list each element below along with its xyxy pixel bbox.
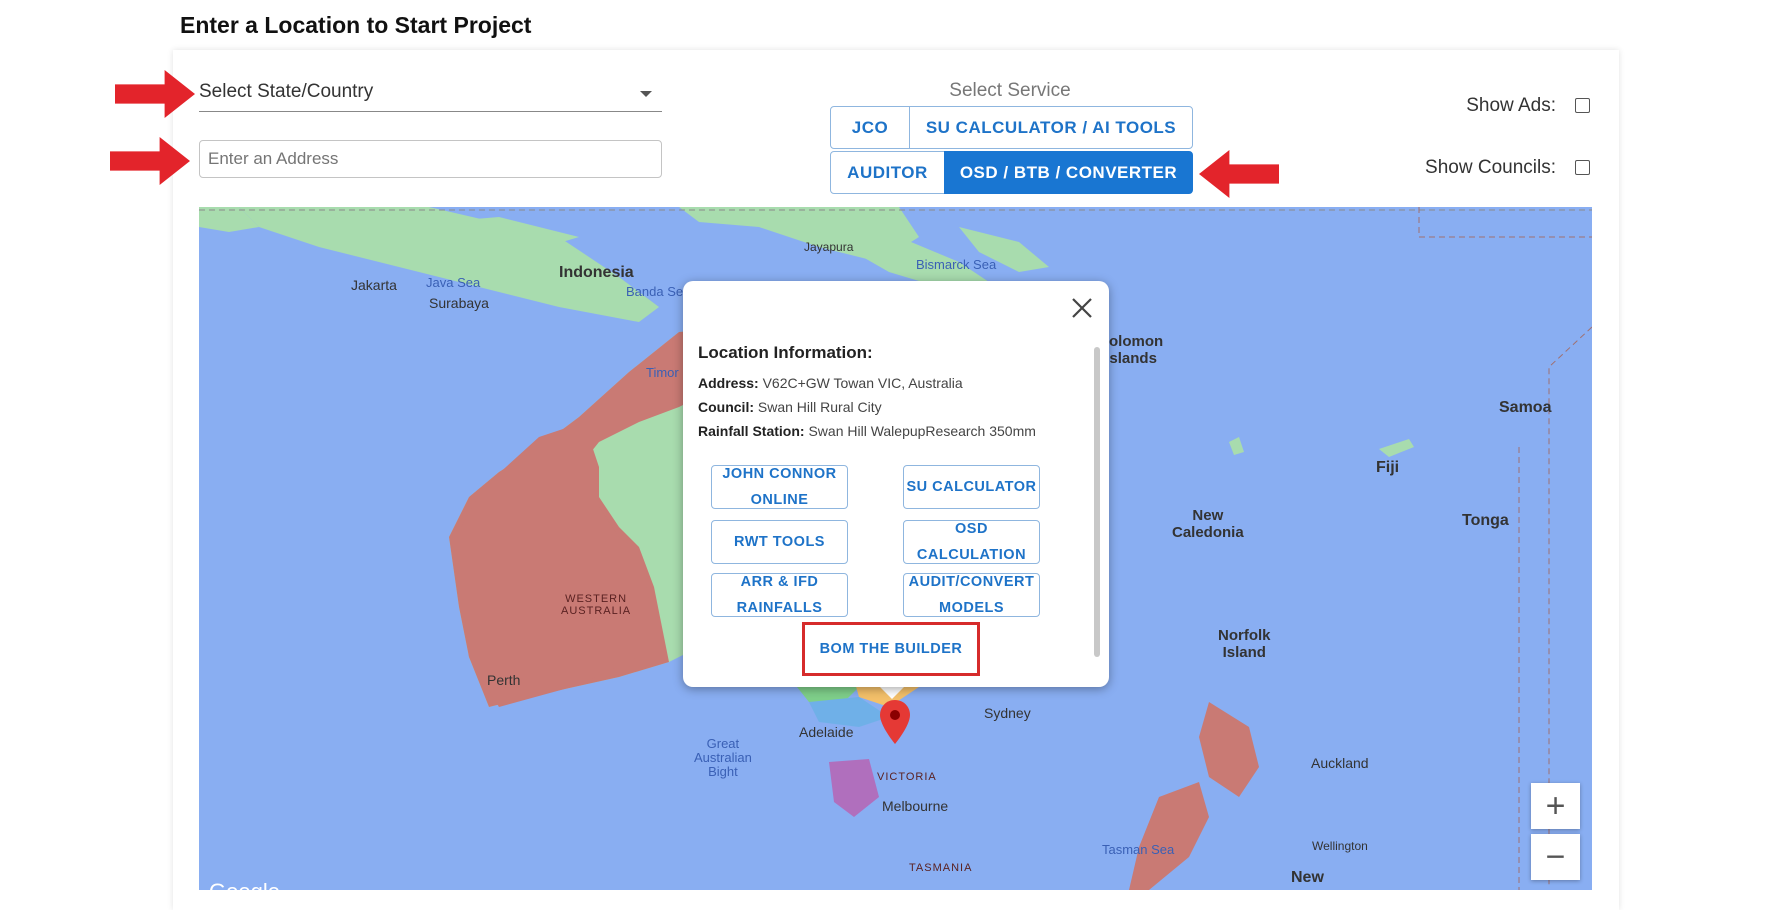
map-label-melbourne: Melbourne [882, 798, 949, 814]
map-label-wellington: Wellington [1312, 839, 1368, 853]
council-label: Council: [698, 399, 754, 415]
show-ads-checkbox[interactable] [1575, 98, 1590, 113]
location-info-popup: Location Information: Address: V62C+GW T… [683, 281, 1109, 687]
map-label-fiji: Fiji [1376, 459, 1400, 476]
popup-title: Location Information: [698, 343, 873, 362]
show-ads-label: Show Ads: [1466, 95, 1556, 116]
map-label-adelaide: Adelaide [799, 724, 854, 740]
map-label-jakarta: Jakarta [351, 277, 397, 293]
address-value: V62C+GW Towan VIC, Australia [762, 375, 963, 391]
page-title: Enter a Location to Start Project [180, 12, 532, 38]
select-service-label: Select Service [949, 80, 1071, 101]
arr-ifd-rainfalls-button[interactable]: ARR & IFD RAINFALLS [711, 573, 848, 617]
service-button-osd-btb-converter[interactable]: OSD / BTB / CONVERTER [944, 151, 1193, 194]
map-label-western-australia: WESTERN AUSTRALIA [561, 593, 632, 617]
state-country-select[interactable]: Select State/Country [199, 76, 662, 112]
address-label: Address: [698, 375, 759, 391]
google-logo: Google [209, 879, 280, 890]
john-connor-online-button[interactable]: JOHN CONNOR ONLINE [711, 465, 848, 509]
map-label-victoria: VICTORIA [877, 771, 937, 783]
osd-calculation-button[interactable]: OSD CALCULATION [903, 520, 1040, 564]
popup-tip [878, 685, 906, 699]
map-label-new-zealand: New [1291, 869, 1324, 886]
map-label-new-caledonia: New Caledonia [1172, 507, 1244, 541]
rainfall-value: Swan Hill WalepupResearch 350mm [808, 423, 1036, 439]
map-label-sydney: Sydney [984, 705, 1031, 721]
map-label-tonga: Tonga [1462, 512, 1509, 529]
map-label-norfolk-island: Norfolk Island [1218, 627, 1271, 661]
popup-scrollbar[interactable] [1094, 347, 1100, 657]
chevron-down-icon [640, 91, 652, 97]
map-label-perth: Perth [487, 672, 521, 688]
state-country-select-label: Select State/Country [199, 81, 374, 102]
popup-rainfall: Rainfall Station: Swan Hill WalepupResea… [698, 423, 1036, 439]
bom-the-builder-button[interactable]: BOM THE BUILDER [802, 622, 980, 676]
su-calculator-button[interactable]: SU CALCULATOR [903, 465, 1040, 509]
service-button-jco[interactable]: JCO [830, 106, 910, 149]
map-label-samoa: Samoa [1499, 399, 1552, 416]
close-icon[interactable] [1069, 295, 1095, 321]
council-value: Swan Hill Rural City [757, 399, 882, 415]
location-marker-icon[interactable] [880, 700, 910, 744]
zoom-out-button[interactable]: − [1531, 834, 1580, 880]
show-councils-checkbox[interactable] [1575, 160, 1590, 175]
show-councils-label: Show Councils: [1425, 157, 1556, 178]
map-label-jayapura: Jayapura [804, 240, 854, 254]
popup-council: Council: Swan Hill Rural City [698, 399, 882, 415]
service-button-auditor[interactable]: AUDITOR [830, 151, 945, 194]
zoom-in-button[interactable]: + [1531, 783, 1580, 829]
map-label-banda-sea: Banda Se [626, 284, 684, 299]
audit-convert-models-button[interactable]: AUDIT/CONVERT MODELS [903, 573, 1040, 617]
map-label-tasmania: TASMANIA [909, 862, 973, 874]
map-label-java-sea: Java Sea [426, 275, 481, 290]
popup-address: Address: V62C+GW Towan VIC, Australia [698, 375, 963, 391]
map-label-auckland: Auckland [1311, 755, 1369, 771]
map-label-timor: Timor [646, 365, 679, 380]
map-label-tasman-sea: Tasman Sea [1102, 842, 1175, 857]
service-button-su-calculator[interactable]: SU CALCULATOR / AI TOOLS [909, 106, 1193, 149]
map-label-great-australian-bight: Great Australian Bight [694, 736, 752, 779]
map-label-indonesia: Indonesia [559, 264, 634, 281]
map-label-bismarck-sea: Bismarck Sea [916, 257, 997, 272]
rainfall-label: Rainfall Station: [698, 423, 805, 439]
map-label-surabaya: Surabaya [429, 295, 489, 311]
rwt-tools-button[interactable]: RWT TOOLS [711, 520, 848, 564]
address-input[interactable] [199, 140, 662, 178]
